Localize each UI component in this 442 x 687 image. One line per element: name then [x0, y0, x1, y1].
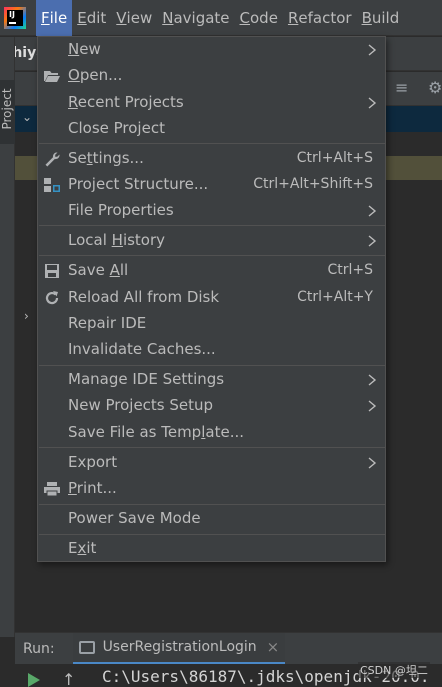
menu-edit[interactable]: Edit — [72, 0, 111, 36]
menu-item-label: Recent Projects — [68, 93, 184, 111]
menu-separator — [39, 504, 385, 505]
menu-item-shortcut: Ctrl+Alt+Shift+S — [253, 176, 373, 192]
project-tab-label: Project — [0, 88, 14, 130]
menu-item-settings[interactable]: Settings... Ctrl+Alt+S — [38, 146, 385, 172]
menu-separator — [39, 447, 385, 448]
menu-item-label: Print... — [68, 479, 117, 497]
menu-item-label: New Projects Setup — [68, 396, 214, 414]
intellij-idea-icon[interactable] — [4, 6, 26, 29]
chevron-right-icon — [365, 398, 379, 414]
menu-view[interactable]: View — [111, 0, 157, 36]
arrow-up-icon[interactable]: ↑ — [62, 670, 75, 687]
menu-separator — [39, 143, 385, 144]
menu-item-label: Power Save Mode — [68, 509, 201, 527]
chevron-right-icon — [365, 95, 379, 111]
close-icon[interactable]: × — [267, 638, 280, 656]
menu-item-label: Local History — [68, 231, 166, 249]
menu-separator — [39, 255, 385, 256]
menu-item-label: Reload All from Disk — [68, 288, 220, 306]
menu-item-manage-ide-settings[interactable]: Manage IDE Settings — [38, 367, 385, 393]
menu-item-label: Exit — [68, 539, 97, 557]
file-menu-dropdown: New Open... Recent Projects Close Projec… — [37, 36, 386, 562]
menu-item-label: Save File as Template... — [68, 423, 244, 441]
menu-item-new[interactable]: New — [38, 37, 385, 63]
project-tool-tab[interactable]: Project — [0, 80, 15, 144]
menu-bar: File Edit View Navigate Code Refactor Bu… — [0, 0, 442, 36]
run-label: Run: — [23, 640, 55, 657]
save-icon — [43, 262, 61, 280]
menu-item-shortcut: Ctrl+S — [327, 262, 373, 278]
menu-item-label: Project Structure... — [68, 175, 209, 193]
menu-item-print[interactable]: Print... — [38, 476, 385, 502]
collapse-all-icon[interactable]: ≡ — [395, 78, 408, 97]
run-panel-header: Run: UserRegistrationLogin × — [15, 632, 442, 665]
menu-item-invalidate-caches[interactable]: Invalidate Caches... — [38, 337, 385, 363]
menu-item-label: Close Project — [68, 119, 165, 137]
gear-icon[interactable]: ⚙ — [428, 78, 442, 97]
menu-item-close-project[interactable]: Close Project — [38, 116, 385, 142]
menu-separator — [39, 225, 385, 226]
menu-build[interactable]: Build — [357, 0, 405, 36]
menu-item-recent-projects[interactable]: Recent Projects — [38, 90, 385, 116]
chevron-right-icon — [365, 42, 379, 58]
chevron-right-icon — [365, 233, 379, 249]
chevron-right-icon — [365, 203, 379, 219]
menu-item-project-structure[interactable]: Project Structure... Ctrl+Alt+Shift+S — [38, 172, 385, 198]
watermark: CSDN @坦二 — [358, 662, 430, 678]
menu-file[interactable]: File — [36, 0, 73, 36]
reload-icon — [43, 289, 61, 307]
chevron-right-icon[interactable]: › — [24, 309, 29, 323]
menu-navigate[interactable]: Navigate — [157, 0, 234, 36]
menu-item-label: Save All — [68, 261, 129, 279]
menu-separator — [39, 365, 385, 366]
menu-item-reload-all-from-disk[interactable]: Reload All from Disk Ctrl+Alt+Y — [38, 285, 385, 311]
run-tab[interactable]: UserRegistrationLogin × — [72, 632, 286, 665]
menu-separator — [39, 534, 385, 535]
menu-code[interactable]: Code — [235, 0, 283, 36]
menu-item-save-file-as-template[interactable]: Save File as Template... — [38, 420, 385, 446]
menu-item-open[interactable]: Open... — [38, 63, 385, 89]
menu-item-local-history[interactable]: Local History — [38, 228, 385, 254]
menu-item-label: Manage IDE Settings — [68, 370, 225, 388]
menu-item-save-all[interactable]: Save All Ctrl+S — [38, 258, 385, 284]
menu-item-file-properties[interactable]: File Properties — [38, 198, 385, 224]
run-tab-label: UserRegistrationLogin — [102, 639, 257, 655]
project-structure-icon — [43, 176, 61, 194]
console-icon — [78, 640, 95, 654]
menu-item-label: Invalidate Caches... — [68, 340, 216, 358]
chevron-right-icon — [365, 455, 379, 471]
run-icon[interactable] — [28, 673, 40, 687]
chevron-down-icon[interactable]: ⌄ — [22, 110, 32, 124]
menu-item-repair-ide[interactable]: Repair IDE — [38, 311, 385, 337]
print-icon — [43, 480, 61, 498]
menu-item-power-save-mode[interactable]: Power Save Mode — [38, 506, 385, 532]
menu-item-shortcut: Ctrl+Alt+S — [296, 150, 373, 166]
menu-item-label: Repair IDE — [68, 314, 147, 332]
menu-item-label: New — [68, 40, 101, 58]
menu-item-label: Open... — [68, 66, 123, 84]
menu-item-export[interactable]: Export — [38, 450, 385, 476]
folder-open-icon — [43, 67, 61, 85]
wrench-icon — [43, 150, 61, 168]
chevron-right-icon — [365, 372, 379, 388]
menu-item-label: File Properties — [68, 201, 174, 219]
menu-item-new-projects-setup[interactable]: New Projects Setup — [38, 393, 385, 419]
menu-refactor[interactable]: Refactor — [283, 0, 357, 36]
menu-item-label: Settings... — [68, 149, 144, 167]
menu-item-exit[interactable]: Exit — [38, 536, 385, 562]
menu-item-shortcut: Ctrl+Alt+Y — [297, 289, 373, 305]
menu-item-label: Export — [68, 453, 118, 471]
